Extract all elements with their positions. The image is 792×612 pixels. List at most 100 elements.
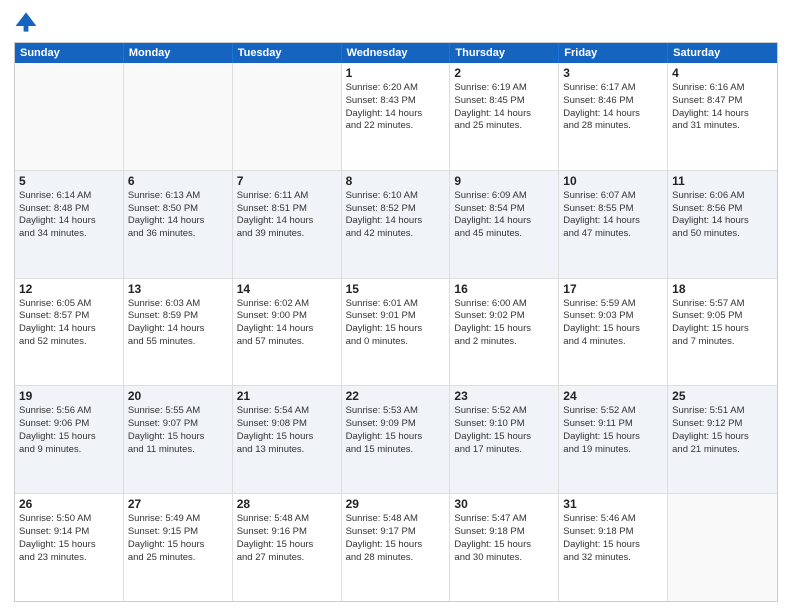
cell-line: and 23 minutes.: [19, 552, 119, 565]
cell-line: Sunset: 9:03 PM: [563, 310, 663, 323]
calendar-cell-8: 8Sunrise: 6:10 AMSunset: 8:52 PMDaylight…: [342, 171, 451, 278]
weekday-header-monday: Monday: [124, 43, 233, 63]
cell-line: Sunset: 9:18 PM: [563, 526, 663, 539]
cell-line: Sunrise: 5:48 AM: [346, 513, 446, 526]
day-number: 10: [563, 174, 663, 188]
cell-line: Daylight: 14 hours: [454, 215, 554, 228]
weekday-header-friday: Friday: [559, 43, 668, 63]
cell-line: and 0 minutes.: [346, 336, 446, 349]
cell-line: and 19 minutes.: [563, 444, 663, 457]
calendar-cell-25: 25Sunrise: 5:51 AMSunset: 9:12 PMDayligh…: [668, 386, 777, 493]
header: [14, 10, 778, 34]
cell-line: and 2 minutes.: [454, 336, 554, 349]
cell-line: Sunrise: 6:06 AM: [672, 190, 773, 203]
cell-line: Sunset: 9:17 PM: [346, 526, 446, 539]
calendar-cell-12: 12Sunrise: 6:05 AMSunset: 8:57 PMDayligh…: [15, 279, 124, 386]
day-number: 13: [128, 282, 228, 296]
cell-line: Daylight: 15 hours: [237, 431, 337, 444]
cell-line: Sunrise: 6:17 AM: [563, 82, 663, 95]
cell-line: Sunrise: 6:19 AM: [454, 82, 554, 95]
cell-line: and 21 minutes.: [672, 444, 773, 457]
cell-line: Daylight: 15 hours: [563, 539, 663, 552]
calendar-cell-16: 16Sunrise: 6:00 AMSunset: 9:02 PMDayligh…: [450, 279, 559, 386]
calendar-cell-31: 31Sunrise: 5:46 AMSunset: 9:18 PMDayligh…: [559, 494, 668, 601]
day-number: 24: [563, 389, 663, 403]
calendar-row-4: 19Sunrise: 5:56 AMSunset: 9:06 PMDayligh…: [15, 385, 777, 493]
cell-line: and 9 minutes.: [19, 444, 119, 457]
cell-line: Sunrise: 6:09 AM: [454, 190, 554, 203]
day-number: 27: [128, 497, 228, 511]
cell-line: and 11 minutes.: [128, 444, 228, 457]
calendar-cell-20: 20Sunrise: 5:55 AMSunset: 9:07 PMDayligh…: [124, 386, 233, 493]
calendar-cell-28: 28Sunrise: 5:48 AMSunset: 9:16 PMDayligh…: [233, 494, 342, 601]
cell-line: Sunrise: 5:52 AM: [563, 405, 663, 418]
cell-line: and 36 minutes.: [128, 228, 228, 241]
cell-line: Daylight: 14 hours: [19, 323, 119, 336]
cell-line: Sunrise: 5:47 AM: [454, 513, 554, 526]
cell-line: Sunset: 8:52 PM: [346, 203, 446, 216]
cell-line: and 55 minutes.: [128, 336, 228, 349]
cell-line: and 30 minutes.: [454, 552, 554, 565]
cell-line: Daylight: 15 hours: [454, 431, 554, 444]
cell-line: Sunset: 9:09 PM: [346, 418, 446, 431]
cell-line: Sunset: 9:05 PM: [672, 310, 773, 323]
logo-icon: [14, 10, 38, 34]
cell-line: Sunrise: 6:14 AM: [19, 190, 119, 203]
cell-line: Daylight: 15 hours: [672, 323, 773, 336]
cell-line: and 45 minutes.: [454, 228, 554, 241]
day-number: 29: [346, 497, 446, 511]
cell-line: Sunset: 8:45 PM: [454, 95, 554, 108]
day-number: 15: [346, 282, 446, 296]
day-number: 22: [346, 389, 446, 403]
cell-line: Sunrise: 6:16 AM: [672, 82, 773, 95]
cell-line: Daylight: 14 hours: [19, 215, 119, 228]
day-number: 23: [454, 389, 554, 403]
cell-line: Daylight: 14 hours: [563, 108, 663, 121]
cell-line: Sunrise: 6:01 AM: [346, 298, 446, 311]
cell-line: Sunset: 8:46 PM: [563, 95, 663, 108]
calendar-cell-27: 27Sunrise: 5:49 AMSunset: 9:15 PMDayligh…: [124, 494, 233, 601]
cell-line: and 28 minutes.: [346, 552, 446, 565]
cell-line: Sunset: 9:12 PM: [672, 418, 773, 431]
cell-line: Daylight: 15 hours: [128, 431, 228, 444]
calendar-cell-24: 24Sunrise: 5:52 AMSunset: 9:11 PMDayligh…: [559, 386, 668, 493]
cell-line: Sunset: 9:16 PM: [237, 526, 337, 539]
cell-line: Daylight: 15 hours: [346, 323, 446, 336]
weekday-header-sunday: Sunday: [15, 43, 124, 63]
cell-line: Daylight: 15 hours: [19, 539, 119, 552]
calendar-cell-empty-0: [15, 63, 124, 170]
cell-line: Sunset: 8:57 PM: [19, 310, 119, 323]
cell-line: Daylight: 15 hours: [346, 539, 446, 552]
cell-line: Sunset: 8:56 PM: [672, 203, 773, 216]
day-number: 19: [19, 389, 119, 403]
cell-line: Sunrise: 6:03 AM: [128, 298, 228, 311]
cell-line: Sunset: 9:10 PM: [454, 418, 554, 431]
cell-line: Sunrise: 6:10 AM: [346, 190, 446, 203]
cell-line: and 28 minutes.: [563, 120, 663, 133]
cell-line: Sunset: 8:59 PM: [128, 310, 228, 323]
cell-line: Sunrise: 5:51 AM: [672, 405, 773, 418]
cell-line: Daylight: 14 hours: [128, 215, 228, 228]
calendar-row-1: 1Sunrise: 6:20 AMSunset: 8:43 PMDaylight…: [15, 63, 777, 170]
cell-line: Sunrise: 5:48 AM: [237, 513, 337, 526]
cell-line: Sunset: 9:15 PM: [128, 526, 228, 539]
calendar-cell-11: 11Sunrise: 6:06 AMSunset: 8:56 PMDayligh…: [668, 171, 777, 278]
cell-line: Sunset: 8:54 PM: [454, 203, 554, 216]
cell-line: Sunrise: 5:49 AM: [128, 513, 228, 526]
cell-line: Sunset: 9:14 PM: [19, 526, 119, 539]
calendar-cell-18: 18Sunrise: 5:57 AMSunset: 9:05 PMDayligh…: [668, 279, 777, 386]
calendar-row-5: 26Sunrise: 5:50 AMSunset: 9:14 PMDayligh…: [15, 493, 777, 601]
cell-line: Sunset: 8:51 PM: [237, 203, 337, 216]
cell-line: Sunset: 8:47 PM: [672, 95, 773, 108]
calendar-cell-4: 4Sunrise: 6:16 AMSunset: 8:47 PMDaylight…: [668, 63, 777, 170]
cell-line: Sunset: 9:11 PM: [563, 418, 663, 431]
cell-line: Sunrise: 5:50 AM: [19, 513, 119, 526]
cell-line: and 47 minutes.: [563, 228, 663, 241]
cell-line: Sunset: 9:01 PM: [346, 310, 446, 323]
calendar-cell-1: 1Sunrise: 6:20 AMSunset: 8:43 PMDaylight…: [342, 63, 451, 170]
cell-line: and 15 minutes.: [346, 444, 446, 457]
calendar-cell-9: 9Sunrise: 6:09 AMSunset: 8:54 PMDaylight…: [450, 171, 559, 278]
cell-line: Daylight: 15 hours: [19, 431, 119, 444]
day-number: 16: [454, 282, 554, 296]
weekday-header-thursday: Thursday: [450, 43, 559, 63]
